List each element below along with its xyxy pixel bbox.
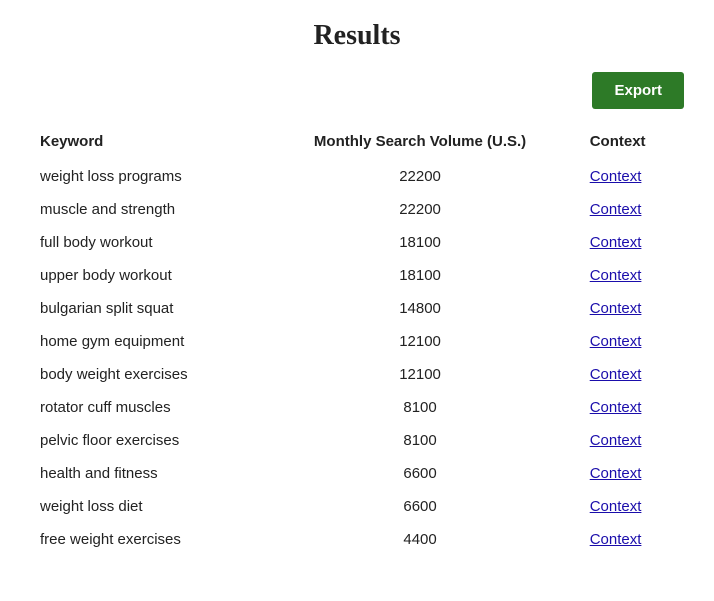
cell-context: Context bbox=[580, 325, 684, 358]
table-row: muscle and strength22200 Context bbox=[30, 193, 684, 226]
cell-context: Context bbox=[580, 391, 684, 424]
context-link[interactable]: Context bbox=[590, 333, 642, 350]
table-row: weight loss programs22200 Context bbox=[30, 160, 684, 193]
cell-keyword: muscle and strength bbox=[30, 193, 260, 226]
context-link[interactable]: Context bbox=[590, 531, 642, 548]
table-row: health and fitness6600 Context bbox=[30, 457, 684, 490]
results-table: Keyword Monthly Search Volume (U.S.) Con… bbox=[30, 125, 684, 556]
cell-keyword: full body workout bbox=[30, 226, 260, 259]
cell-volume: 8100 bbox=[260, 424, 579, 457]
cell-context: Context bbox=[580, 292, 684, 325]
context-link[interactable]: Context bbox=[590, 432, 642, 449]
table-row: rotator cuff muscles8100 Context bbox=[30, 391, 684, 424]
table-row: weight loss diet6600 Context bbox=[30, 490, 684, 523]
cell-keyword: upper body workout bbox=[30, 259, 260, 292]
cell-context: Context bbox=[580, 457, 684, 490]
table-row: upper body workout18100 Context bbox=[30, 259, 684, 292]
table-header-row: Keyword Monthly Search Volume (U.S.) Con… bbox=[30, 125, 684, 160]
cell-keyword: free weight exercises bbox=[30, 523, 260, 556]
cell-keyword: weight loss programs bbox=[30, 160, 260, 193]
cell-volume: 12100 bbox=[260, 325, 579, 358]
cell-context: Context bbox=[580, 193, 684, 226]
table-row: bulgarian split squat14800 Context bbox=[30, 292, 684, 325]
cell-volume: 22200 bbox=[260, 193, 579, 226]
cell-volume: 6600 bbox=[260, 457, 579, 490]
cell-context: Context bbox=[580, 424, 684, 457]
col-header-keyword: Keyword bbox=[30, 125, 260, 160]
context-link[interactable]: Context bbox=[590, 168, 642, 185]
cell-volume: 14800 bbox=[260, 292, 579, 325]
table-row: pelvic floor exercises8100 Context bbox=[30, 424, 684, 457]
context-link[interactable]: Context bbox=[590, 498, 642, 515]
cell-volume: 22200 bbox=[260, 160, 579, 193]
cell-context: Context bbox=[580, 490, 684, 523]
cell-context: Context bbox=[580, 226, 684, 259]
toolbar: Export bbox=[30, 72, 684, 109]
cell-volume: 18100 bbox=[260, 259, 579, 292]
table-row: home gym equipment12100 Context bbox=[30, 325, 684, 358]
cell-keyword: bulgarian split squat bbox=[30, 292, 260, 325]
cell-volume: 6600 bbox=[260, 490, 579, 523]
context-link[interactable]: Context bbox=[590, 267, 642, 284]
cell-keyword: body weight exercises bbox=[30, 358, 260, 391]
cell-context: Context bbox=[580, 358, 684, 391]
cell-context: Context bbox=[580, 160, 684, 193]
cell-volume: 4400 bbox=[260, 523, 579, 556]
cell-keyword: pelvic floor exercises bbox=[30, 424, 260, 457]
col-header-volume: Monthly Search Volume (U.S.) bbox=[260, 125, 579, 160]
table-row: body weight exercises12100 Context bbox=[30, 358, 684, 391]
col-header-context: Context bbox=[580, 125, 684, 160]
cell-volume: 12100 bbox=[260, 358, 579, 391]
table-row: free weight exercises4400 Context bbox=[30, 523, 684, 556]
context-link[interactable]: Context bbox=[590, 300, 642, 317]
page-title: Results bbox=[30, 20, 684, 52]
table-row: full body workout18100 Context bbox=[30, 226, 684, 259]
cell-context: Context bbox=[580, 523, 684, 556]
cell-keyword: weight loss diet bbox=[30, 490, 260, 523]
cell-keyword: rotator cuff muscles bbox=[30, 391, 260, 424]
export-button[interactable]: Export bbox=[592, 72, 684, 109]
cell-volume: 18100 bbox=[260, 226, 579, 259]
context-link[interactable]: Context bbox=[590, 399, 642, 416]
cell-keyword: health and fitness bbox=[30, 457, 260, 490]
cell-volume: 8100 bbox=[260, 391, 579, 424]
cell-context: Context bbox=[580, 259, 684, 292]
context-link[interactable]: Context bbox=[590, 366, 642, 383]
context-link[interactable]: Context bbox=[590, 201, 642, 218]
context-link[interactable]: Context bbox=[590, 234, 642, 251]
context-link[interactable]: Context bbox=[590, 465, 642, 482]
cell-keyword: home gym equipment bbox=[30, 325, 260, 358]
